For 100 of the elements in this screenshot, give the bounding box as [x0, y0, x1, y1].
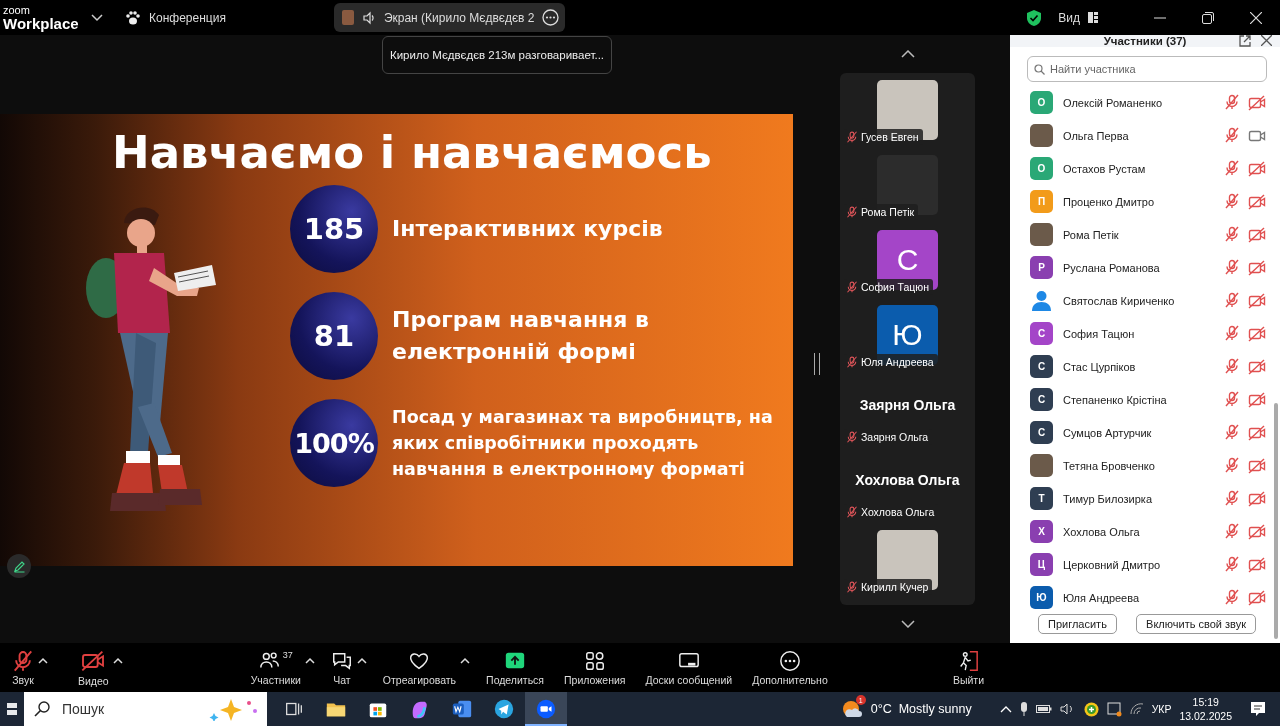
toolbar-button[interactable]: Поделиться	[482, 644, 549, 691]
caret-icon[interactable]	[38, 656, 48, 664]
participant-row[interactable]: Р Руслана Романова	[1010, 251, 1270, 284]
weather-icon[interactable]	[840, 698, 863, 720]
participant-row[interactable]: Ц Церковний Дмитро	[1010, 548, 1270, 581]
participant-row[interactable]: Х Хохлова Ольга	[1010, 515, 1270, 548]
meeting-title: Конференция	[149, 10, 226, 25]
participant-name: Тетяна Бровченко	[1063, 459, 1156, 472]
scrollbar[interactable]	[1274, 403, 1278, 639]
video-button[interactable]: Видео	[74, 644, 113, 691]
sparkles-icon	[209, 697, 259, 721]
participant-name: Хохлова Ольга	[1063, 525, 1141, 538]
participant-name: Стас Цурпіков	[1063, 360, 1137, 373]
restore-icon[interactable]	[1202, 11, 1214, 24]
battery-icon[interactable]	[1035, 704, 1052, 714]
speaker-icon	[361, 10, 376, 25]
participant-row[interactable]: С Сумцов Артурчик	[1010, 416, 1270, 449]
stat-caption: Інтерактивних курсів	[392, 215, 664, 244]
toolbar-button[interactable]: Доски сообщений	[641, 644, 737, 691]
language-indicator[interactable]: УКР	[1151, 703, 1172, 715]
caret-icon[interactable]	[460, 656, 471, 664]
participant-row[interactable]: С Степаненко Крістіна	[1010, 383, 1270, 416]
participant-avatar: Ц	[1030, 553, 1053, 576]
caret-icon[interactable]	[356, 656, 367, 664]
search-icon	[34, 701, 50, 717]
participant-row[interactable]: Тетяна Бровченко	[1010, 449, 1270, 482]
wifi-icon[interactable]	[1129, 703, 1144, 715]
participant-count: 37	[282, 649, 293, 660]
toolbar-button[interactable]: Приложения	[560, 644, 630, 691]
participant-name: Церковний Дмитро	[1063, 558, 1162, 571]
participant-row[interactable]: С София Тацюн	[1010, 317, 1270, 350]
app-logo: Workplace	[3, 15, 80, 31]
name-label: Кирилл Кучер	[861, 581, 929, 593]
name-label: Рома Петік	[861, 206, 915, 218]
view-menu[interactable]: Вид	[1058, 10, 1080, 25]
close-icon[interactable]	[1261, 35, 1272, 46]
participant-row[interactable]: Ю Юля Андреева	[1010, 581, 1270, 614]
participant-name: Олексій Романенко	[1063, 96, 1164, 109]
plus-circle-icon[interactable]	[1083, 701, 1099, 717]
participant-avatar: Т	[1030, 487, 1053, 510]
participant-avatar: О	[1030, 91, 1053, 114]
stat-number: 185	[290, 185, 378, 273]
user-avatar-icon	[1030, 289, 1053, 312]
weather-text[interactable]: 0°C Mostly sunny	[870, 702, 972, 716]
panel-button[interactable]: Включить свой звук	[1136, 614, 1256, 634]
more-icon[interactable]	[542, 9, 560, 26]
word-icon	[451, 698, 473, 720]
participant-row[interactable]: Ольга Перва	[1010, 119, 1270, 152]
participant-avatar: С	[1030, 421, 1053, 444]
annotate-button[interactable]	[7, 554, 31, 578]
participant-avatar: О	[1030, 157, 1053, 180]
participant-row[interactable]: Т Тимур Билозирка	[1010, 482, 1270, 515]
paper-plane-icon	[493, 698, 515, 720]
participant-row[interactable]: О Олексій Романенко	[1010, 86, 1270, 119]
participant-avatar: С	[1030, 322, 1053, 345]
participant-row[interactable]: С Стас Цурпіков	[1010, 350, 1270, 383]
toolbar-button[interactable]: Чат	[326, 644, 357, 691]
toolbar-button[interactable]: 37 Участники	[246, 644, 305, 691]
avatar-photo-placeholder	[1030, 223, 1053, 246]
notifications-icon[interactable]	[1250, 701, 1266, 717]
participant-avatar: С	[1030, 355, 1053, 378]
participant-avatar: С	[1030, 388, 1053, 411]
chevron-down-icon[interactable]	[900, 620, 915, 628]
participant-row[interactable]: О Остахов Рустам	[1010, 152, 1270, 185]
layout-icon[interactable]	[1088, 12, 1098, 23]
name-label: Гусев Евген	[861, 131, 919, 143]
toolbar-button[interactable]: Дополнительно	[748, 644, 832, 691]
leave-button[interactable]: Выйти	[948, 644, 988, 691]
taskbar-app[interactable]	[525, 692, 567, 726]
screen-share-pill[interactable]: Экран (Кирило Мєдвєдєв 2	[333, 3, 566, 32]
participant-name: Остахов Рустам	[1063, 162, 1147, 175]
chevron-up-icon[interactable]	[900, 50, 915, 58]
participant-name: София Тацюн	[1063, 327, 1136, 340]
participant-row[interactable]: П Проценко Дмитро	[1010, 185, 1270, 218]
toolbar-button[interactable]: Отреагировать	[378, 644, 461, 691]
participant-name: Ольга Перва	[1063, 129, 1130, 142]
stat-caption: Посад у магазинах та виробництв, на яких співробітники проходять навчання в електронному форматі	[392, 405, 774, 482]
participant-row[interactable]: Рома Петік	[1010, 218, 1270, 251]
panel-button[interactable]: Пригласить	[1038, 614, 1117, 634]
display-name: Заярня Ольга	[859, 397, 956, 413]
clock[interactable]: 15:19 13.02.2025	[1179, 694, 1232, 724]
audio-button[interactable]: Звук	[8, 644, 38, 691]
minimize-icon[interactable]	[1154, 16, 1166, 19]
chevron-down-icon[interactable]	[91, 13, 103, 22]
windows-start-icon[interactable]	[7, 703, 17, 715]
participant-row[interactable]: Святослав Кириченко	[1010, 284, 1270, 317]
caret-icon[interactable]	[304, 656, 315, 664]
apps-icon	[583, 649, 606, 672]
search-field[interactable]: Найти участника	[1027, 56, 1267, 82]
shield-check-icon[interactable]	[1026, 8, 1043, 27]
pop-out-icon[interactable]	[1239, 35, 1251, 47]
monitor-icon[interactable]	[1106, 701, 1122, 717]
share-label: Экран (Кирило Мєдвєдєв 2	[383, 10, 535, 25]
name-label: Заярня Ольга	[861, 431, 929, 443]
stat-number: 100%	[290, 399, 378, 487]
taskbar-search-field[interactable]: Пошук	[24, 692, 267, 726]
microphone-icon[interactable]	[1019, 702, 1028, 716]
more-icon	[778, 649, 801, 672]
caret-icon[interactable]	[112, 656, 123, 664]
resize-handle[interactable]	[813, 352, 820, 375]
